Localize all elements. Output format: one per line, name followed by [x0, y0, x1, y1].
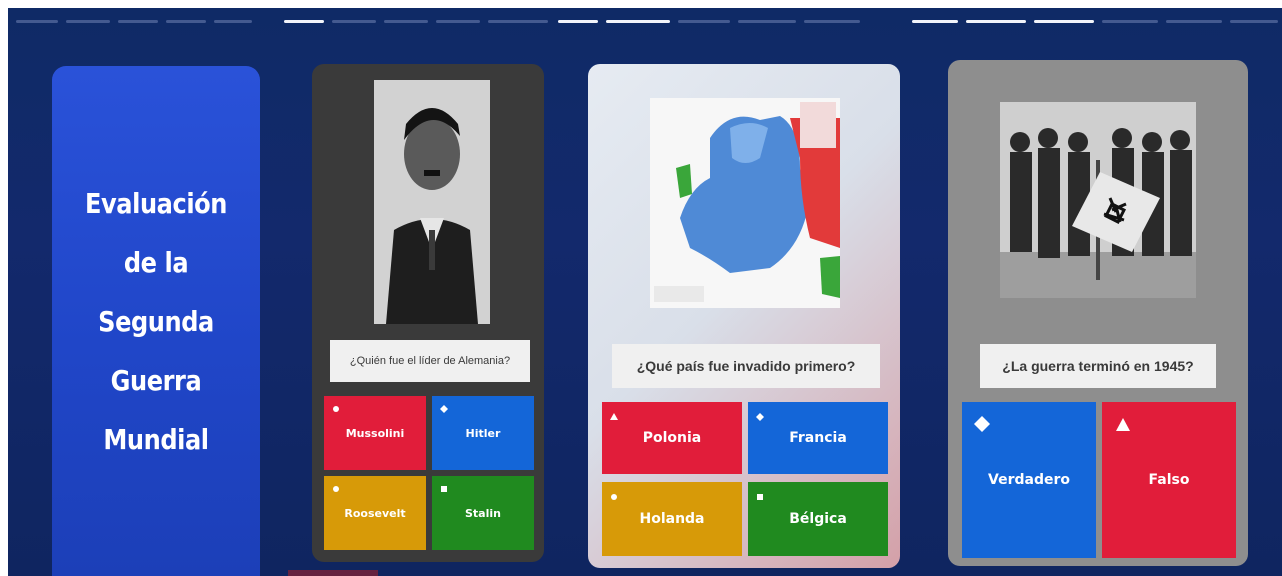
progress-segment	[384, 20, 428, 23]
answer-label: Stalin	[465, 506, 501, 520]
leader-portrait-image	[374, 80, 490, 324]
progress-segment	[488, 20, 548, 23]
progress-segment	[16, 20, 58, 23]
soldiers-flag-image	[1000, 102, 1196, 298]
triangle-icon	[610, 409, 618, 425]
progress-segment	[678, 20, 730, 23]
progress-segment	[1166, 20, 1222, 23]
answer-option-1[interactable]: Mussolini	[324, 396, 426, 470]
diamond-icon	[756, 409, 764, 425]
question-card-3[interactable]: ¿La guerra terminó en 1945? Verdadero Fa…	[948, 60, 1248, 566]
diamond-icon	[974, 416, 990, 436]
progress-segment	[166, 20, 206, 23]
question-label: ¿La guerra terminó en 1945?	[980, 344, 1216, 388]
answer-label: Falso	[1148, 472, 1190, 488]
answer-option-3[interactable]: Roosevelt	[324, 476, 426, 550]
circle-icon	[332, 483, 340, 496]
answer-label: Roosevelt	[344, 506, 406, 520]
question-card-2[interactable]: ¿Qué país fue invadido primero? Polonia …	[588, 64, 900, 568]
progress-segment	[1102, 20, 1158, 23]
circle-icon	[332, 403, 340, 416]
title-card[interactable]: Evaluación de la Segunda Guerra Mundial	[52, 66, 260, 576]
progress-segment	[738, 20, 796, 23]
europe-map-image	[650, 98, 840, 308]
progress-segment	[912, 20, 958, 23]
circle-icon	[610, 489, 618, 505]
answer-label: Mussolini	[345, 426, 405, 440]
answer-label: Bélgica	[789, 511, 847, 527]
progress-segment	[332, 20, 376, 23]
answer-option-2[interactable]: Francia	[748, 402, 888, 474]
progress-segment	[606, 20, 670, 23]
square-icon	[440, 483, 448, 496]
answer-label: Francia	[789, 430, 847, 446]
answer-option-1[interactable]: Polonia	[602, 402, 742, 474]
progress-segment	[558, 20, 598, 23]
answer-option-4[interactable]: Stalin	[432, 476, 534, 550]
progress-segment	[284, 20, 324, 23]
progress-segment	[1034, 20, 1094, 23]
progress-segments	[8, 20, 1282, 24]
slide-stage: Evaluación de la Segunda Guerra Mundial …	[8, 8, 1282, 576]
answer-option-false[interactable]: Falso	[1102, 402, 1236, 558]
progress-segment	[966, 20, 1026, 23]
answer-label: Verdadero	[988, 472, 1070, 488]
progress-segment	[1230, 20, 1278, 23]
triangle-icon	[1116, 418, 1130, 436]
question-label: ¿Quién fue el líder de Alemania?	[330, 340, 530, 382]
answer-label: Polonia	[642, 430, 702, 446]
question-card-1[interactable]: ¿Quién fue el líder de Alemania? Mussoli…	[312, 64, 544, 562]
question-label: ¿Qué país fue invadido primero?	[612, 344, 880, 388]
progress-segment	[804, 20, 860, 23]
progress-segment	[118, 20, 158, 23]
progress-segment	[66, 20, 110, 23]
quiz-title: Evaluación de la Segunda Guerra Mundial	[85, 186, 227, 456]
square-icon	[756, 489, 764, 505]
answer-label: Holanda	[639, 511, 705, 527]
diamond-icon	[440, 403, 448, 416]
answer-option-4[interactable]: Bélgica	[748, 482, 888, 556]
progress-segment	[214, 20, 252, 23]
answer-option-true[interactable]: Verdadero	[962, 402, 1096, 558]
divider	[288, 570, 378, 576]
progress-segment	[436, 20, 480, 23]
answer-option-2[interactable]: Hitler	[432, 396, 534, 470]
answer-label: Hitler	[465, 426, 501, 440]
answer-option-3[interactable]: Holanda	[602, 482, 742, 556]
